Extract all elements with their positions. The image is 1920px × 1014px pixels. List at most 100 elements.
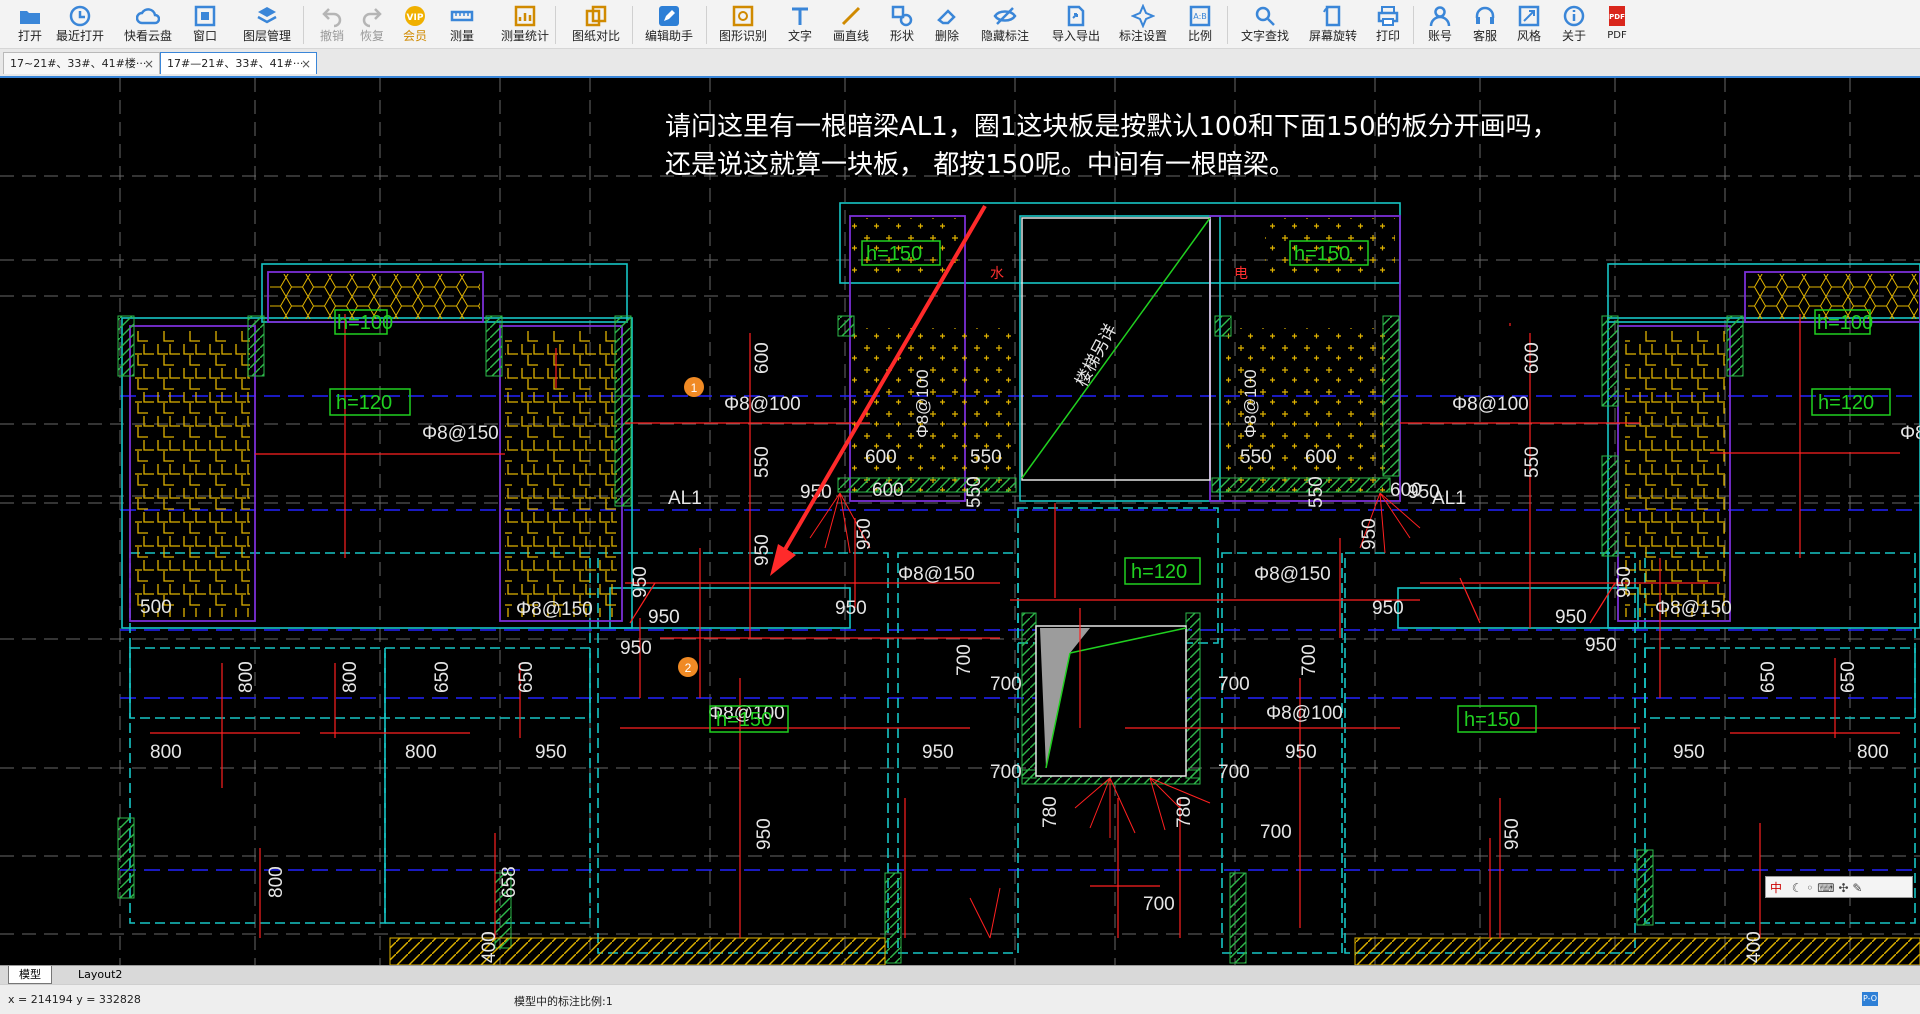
- svg-text:2: 2: [685, 661, 692, 675]
- dim-label: 950: [1359, 518, 1380, 550]
- svg-text:A:B: A:B: [1193, 12, 1207, 21]
- slab-thickness-label: h=100: [1817, 312, 1873, 334]
- rebar-label: Φ8@100: [1241, 369, 1260, 438]
- pdf-button[interactable]: PDF PDF: [1590, 0, 1644, 48]
- tab-layout2[interactable]: Layout2: [68, 966, 132, 983]
- close-icon[interactable]: ×: [301, 53, 311, 74]
- layer-manager-button[interactable]: 图层管理: [234, 0, 300, 48]
- text-search-button[interactable]: 文字查找: [1230, 0, 1300, 48]
- drawing-canvas[interactable]: 950 950 950 950 950 950 950 950 950 950 …: [0, 78, 1920, 965]
- dim-label: 600: [1390, 480, 1422, 501]
- beam-label-al1: AL1: [1432, 488, 1466, 509]
- line-icon: [841, 6, 861, 26]
- document-tab[interactable]: 17~21#、33#、41#楼··· ×: [3, 52, 160, 74]
- dim-label: 950: [535, 742, 567, 763]
- status-mode-icon[interactable]: P-O: [1862, 992, 1878, 1006]
- ime-icons[interactable]: ☾ ◦ ⌨ ✣ ✎: [1792, 881, 1863, 895]
- import-export-button[interactable]: 导入导出: [1043, 0, 1109, 48]
- rebar-label: Φ8@150: [422, 423, 499, 444]
- delete-button[interactable]: 删除: [918, 0, 976, 48]
- print-button[interactable]: 打印: [1358, 0, 1418, 48]
- text-button[interactable]: 文字: [770, 0, 830, 48]
- cloud-drive-button[interactable]: 快看云盘: [118, 0, 178, 48]
- tab-model[interactable]: 模型: [8, 966, 52, 984]
- layers-icon: [257, 7, 277, 24]
- cloud-icon: [136, 8, 160, 25]
- question-line-1: 请问这里有一根暗梁AL1，圈1这块板是按默认100和下面150的板分开画吗，: [665, 112, 1558, 142]
- beam-label-al1: AL1: [668, 488, 702, 509]
- scale-icon: A:B: [1189, 5, 1211, 27]
- status-bar: x = 214194 y = 332828 模型中的标注比例:1 P-O: [0, 984, 1920, 1014]
- shape-recognition-button[interactable]: 图形识别: [712, 0, 774, 48]
- dim-label: 550: [964, 476, 985, 508]
- coordinate-readout: x = 214194 y = 332828: [8, 993, 141, 1006]
- window-icon: [194, 5, 216, 27]
- slab-thickness-label: h=100: [337, 312, 393, 334]
- dim-label: 950: [620, 638, 652, 659]
- hide-annotation-icon: [993, 7, 1017, 25]
- measure-icon: [450, 10, 474, 22]
- main-toolbar: 打开 最近打开 快看云盘 窗口 图层管理 撤销 恢复 VIP 会员 测量 测量统…: [0, 0, 1920, 49]
- dim-label: 600: [872, 480, 904, 501]
- dim-label: 950: [922, 742, 954, 763]
- dim-label: 658: [499, 866, 520, 898]
- dim-label: 950: [835, 598, 867, 619]
- document-tab-active[interactable]: 17#—21#、33#、41#··· ×: [160, 52, 317, 74]
- ime-toolbar[interactable]: 中 ☾ ◦ ⌨ ✣ ✎: [1765, 876, 1913, 898]
- hide-annotation-button[interactable]: 隐藏标注: [972, 0, 1038, 48]
- annotation-settings-icon: [1131, 4, 1155, 28]
- dim-label: 600: [1305, 447, 1337, 468]
- electric-label: 电: [1234, 265, 1248, 281]
- dim-label: 650: [1838, 661, 1859, 693]
- redo-icon: [362, 8, 382, 28]
- dim-label: 600: [752, 342, 773, 374]
- dim-label: 700: [1218, 762, 1250, 783]
- window-button[interactable]: 窗口: [176, 0, 234, 48]
- slab-thickness-label: h=120: [1818, 392, 1874, 414]
- tab-label: 17#—21#、33#、41#···: [167, 57, 304, 70]
- compare-icon: [585, 5, 607, 27]
- slab-thickness-label: h=120: [336, 392, 392, 414]
- vip-icon: VIP: [405, 6, 425, 26]
- dim-label: 700: [954, 644, 975, 676]
- shape-icon: [891, 5, 913, 27]
- dim-label: 800: [236, 661, 257, 693]
- recent-icon: [69, 5, 91, 27]
- shape-recognition-icon: [732, 5, 754, 27]
- scale-button[interactable]: A:B 比例: [1170, 0, 1230, 48]
- pdf-icon: PDF: [1609, 6, 1625, 26]
- rebar-label: Φ8@150: [1254, 564, 1331, 585]
- stair-label: 楼梯另详: [1072, 321, 1121, 390]
- drawing-compare-button[interactable]: 图纸对比: [563, 0, 629, 48]
- dim-label: 700: [1260, 822, 1292, 843]
- dim-label: 800: [266, 866, 287, 898]
- dim-label: 400: [479, 931, 500, 963]
- cad-drawing: 950 950 950 950 950 950 950 950 950 950 …: [0, 78, 1920, 965]
- ime-mode[interactable]: 中: [1770, 881, 1782, 895]
- slab-thickness-label: h=150: [1294, 243, 1350, 265]
- measure-stats-button[interactable]: 测量统计: [488, 0, 562, 48]
- dim-label: 800: [340, 661, 361, 693]
- annotation-settings-button[interactable]: 标注设置: [1110, 0, 1176, 48]
- account-icon: [1429, 6, 1451, 27]
- dim-label: 780: [1174, 796, 1195, 828]
- dim-label: 700: [990, 674, 1022, 695]
- recent-open-button[interactable]: 最近打开: [50, 0, 110, 48]
- question-line-2: 还是说这就算一块板， 都按150呢。中间有一根暗梁。: [665, 150, 1295, 180]
- print-icon: [1377, 6, 1399, 26]
- toolbar-separator: [555, 6, 556, 44]
- rebar-label: Φ8@100: [913, 369, 932, 438]
- measure-button[interactable]: 测量: [432, 0, 492, 48]
- dim-label: 950: [754, 818, 775, 850]
- dim-label: 550: [1306, 476, 1327, 508]
- rotate-screen-icon: [1323, 5, 1341, 27]
- close-icon[interactable]: ×: [144, 53, 154, 74]
- rebar-label: Φ8@150: [898, 564, 975, 585]
- folder-open-icon: [20, 11, 40, 24]
- document-tab-bar: 17~21#、33#、41#楼··· × 17#—21#、33#、41#··· …: [0, 49, 1920, 78]
- dim-label: 400: [1744, 931, 1765, 963]
- edit-assistant-button[interactable]: 编辑助手: [636, 0, 702, 48]
- dim-label: 700: [1299, 644, 1320, 676]
- dim-label: 550: [752, 446, 773, 478]
- dim-label: 550: [970, 447, 1002, 468]
